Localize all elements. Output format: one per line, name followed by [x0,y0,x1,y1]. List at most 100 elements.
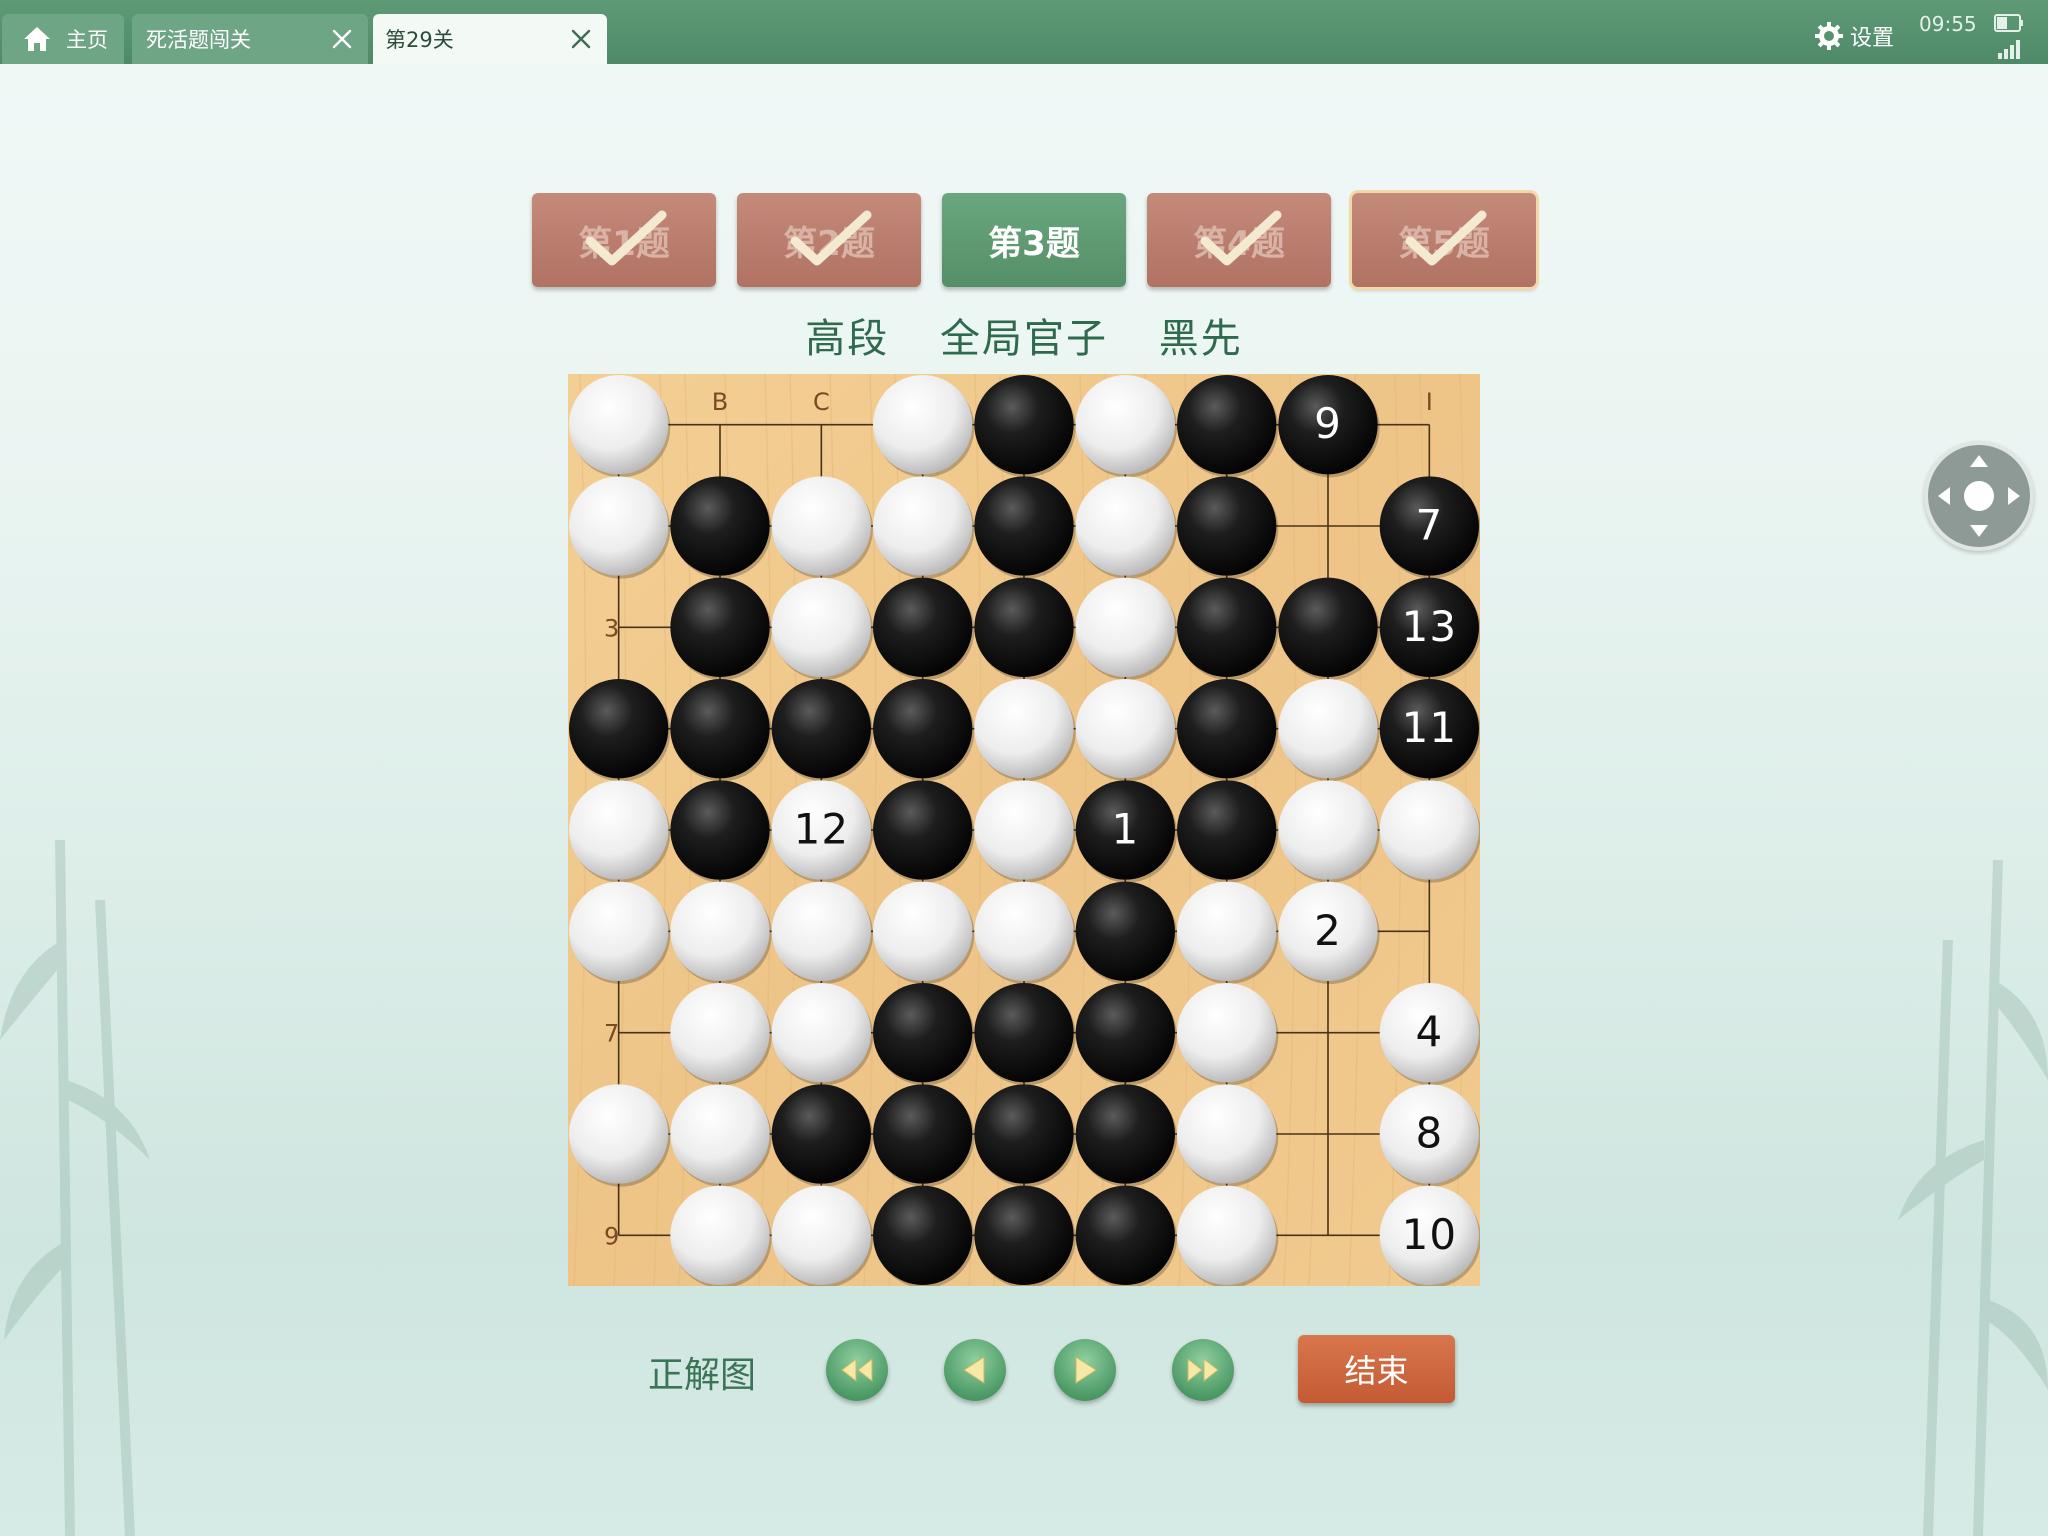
close-icon[interactable] [330,27,354,51]
tab-life-death-challenge[interactable]: 死活题闯关 [132,14,368,64]
problem-4-button[interactable]: 第4题 [1147,193,1331,287]
problem-first-move: 黑先 [1158,316,1243,362]
black-stone[interactable] [974,577,1074,677]
settings-button[interactable]: 设置 [1814,20,1894,52]
black-stone[interactable] [1177,375,1277,475]
end-button-label: 结束 [1344,1352,1409,1390]
white-stone[interactable] [670,881,770,981]
white-stone[interactable] [569,476,669,576]
black-stone[interactable] [670,780,770,880]
white-stone[interactable] [1278,679,1378,779]
problem-2-button[interactable]: 第2题 [737,193,921,287]
white-stone[interactable] [1177,1185,1277,1285]
white-stone[interactable] [1177,1084,1277,1184]
black-stone[interactable] [1177,577,1277,677]
black-stone[interactable] [771,1084,871,1184]
play-icon [1075,1356,1097,1384]
problem-5-button[interactable]: 第5题 [1352,193,1536,287]
black-stone[interactable] [1075,1084,1175,1184]
problem-1-button[interactable]: 第1题 [532,193,716,287]
black-stone[interactable] [873,577,973,677]
black-stone[interactable] [873,780,973,880]
white-stone[interactable] [771,577,871,677]
black-stone[interactable] [1177,679,1277,779]
move-number: 1 [1111,805,1139,854]
direction-pad[interactable] [1924,441,2034,551]
white-stone[interactable] [670,983,770,1083]
battery-icon [1994,14,2023,32]
check-icon [1200,210,1282,266]
white-stone[interactable] [1075,375,1175,475]
black-stone[interactable] [974,375,1074,475]
black-stone[interactable] [670,577,770,677]
white-stone[interactable] [771,983,871,1083]
white-stone[interactable] [771,881,871,981]
white-stone[interactable] [1278,780,1378,880]
go-board[interactable]: 379B C I97131112 124810 [568,374,1480,1286]
black-stone[interactable] [974,476,1074,576]
home-icon [24,27,50,51]
white-stone[interactable] [1075,679,1175,779]
check-icon [585,210,667,266]
white-stone[interactable] [873,476,973,576]
tab-home[interactable]: 主页 [2,14,124,64]
tab-level-29[interactable]: 第29关 [373,14,607,64]
black-stone[interactable] [873,679,973,779]
black-stone[interactable] [873,1185,973,1285]
row-label: 7 [604,1020,619,1048]
signal-icon [1998,40,2020,59]
move-number: 8 [1415,1109,1443,1158]
white-stone[interactable] [974,881,1074,981]
next-move-button[interactable] [1054,1339,1116,1401]
black-stone[interactable] [974,983,1074,1083]
problem-3-label: 第3题 [988,223,1080,264]
white-stone[interactable] [974,780,1074,880]
white-stone[interactable] [1177,983,1277,1083]
white-stone[interactable] [569,1084,669,1184]
white-stone[interactable] [1379,780,1479,880]
black-stone[interactable] [569,679,669,779]
black-stone[interactable] [1177,780,1277,880]
black-stone[interactable] [670,476,770,576]
black-stone[interactable] [1075,1185,1175,1285]
tab-home-label: 主页 [66,28,108,52]
white-stone[interactable] [1177,881,1277,981]
last-move-button[interactable] [1172,1339,1234,1401]
black-stone[interactable] [1278,577,1378,677]
black-stone[interactable] [670,679,770,779]
move-number: 13 [1402,602,1457,651]
white-stone[interactable] [873,881,973,981]
white-stone[interactable] [569,780,669,880]
black-stone[interactable] [873,983,973,1083]
white-stone[interactable] [1075,577,1175,677]
check-icon [790,210,872,266]
previous-move-button[interactable] [944,1339,1006,1401]
white-stone[interactable] [569,881,669,981]
white-stone[interactable] [771,1185,871,1285]
white-stone[interactable] [1075,476,1175,576]
black-stone[interactable] [1075,881,1175,981]
column-label: I [1426,388,1433,416]
move-number: 12 [794,805,849,854]
close-icon[interactable] [569,27,593,51]
fast-forward-icon [1187,1357,1219,1383]
tab-bar: 主页 死活题闯关 第29关 设置 09:55 [0,0,2048,64]
black-stone[interactable] [771,679,871,779]
white-stone[interactable] [670,1185,770,1285]
black-stone[interactable] [1177,476,1277,576]
end-button[interactable]: 结束 [1298,1335,1455,1403]
white-stone[interactable] [670,1084,770,1184]
white-stone[interactable] [873,375,973,475]
problem-level: 高段 [805,316,890,362]
problem-3-button[interactable]: 第3题 [942,193,1126,287]
problem-type: 全局官子 [940,316,1108,362]
white-stone[interactable] [771,476,871,576]
solution-diagram-label: 正解图 [648,1355,757,1396]
white-stone[interactable] [974,679,1074,779]
first-move-button[interactable] [826,1339,888,1401]
black-stone[interactable] [873,1084,973,1184]
black-stone[interactable] [1075,983,1175,1083]
black-stone[interactable] [974,1185,1074,1285]
black-stone[interactable] [974,1084,1074,1184]
white-stone[interactable] [569,375,669,475]
